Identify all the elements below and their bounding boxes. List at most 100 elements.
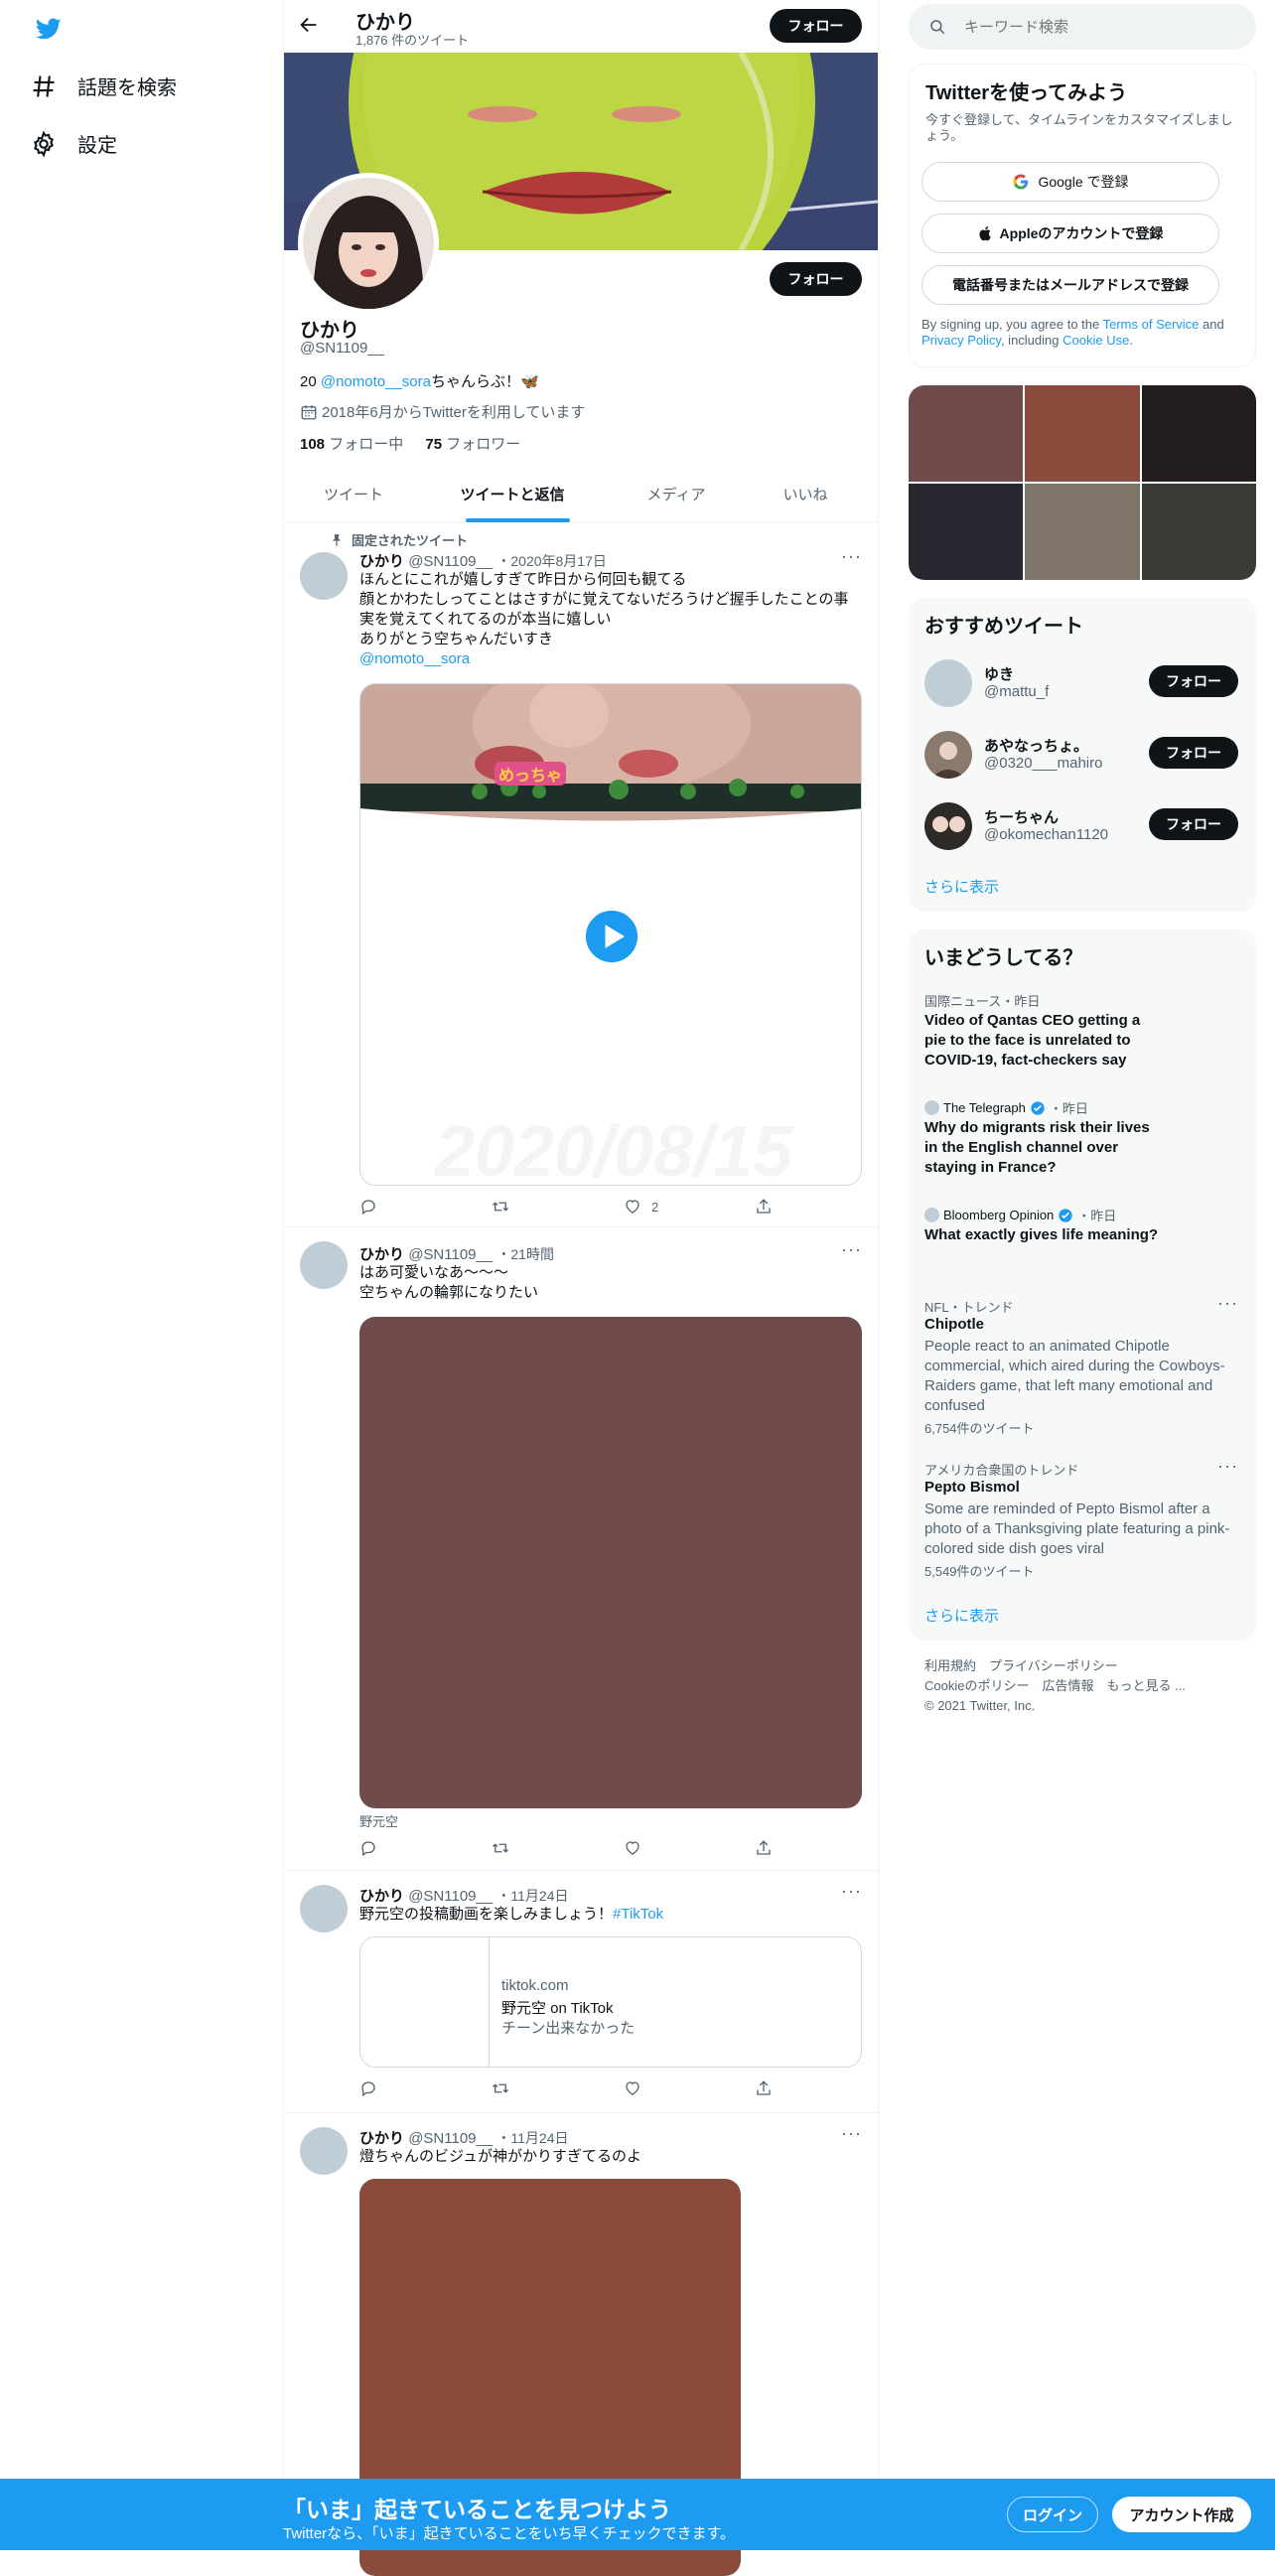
tweet-video[interactable]: めっちゃ 2020/08/15 <box>359 683 862 1186</box>
suggested-follow-button[interactable]: フォロー <box>1149 737 1238 769</box>
media-thumb[interactable] <box>1025 484 1140 580</box>
tweet-avatar[interactable] <box>300 2127 348 2175</box>
suggested-name: ゆき <box>984 666 1015 683</box>
back-arrow-icon[interactable] <box>298 14 324 40</box>
news-item[interactable]: The Telegraph ・昨日 Why do migrants risk t… <box>909 1092 1256 1192</box>
share-button[interactable] <box>755 1839 773 1857</box>
share-button[interactable] <box>755 1198 773 1216</box>
trend-item[interactable]: アメリカ合衆国のトレンド ··· Pepto Bismol Some are r… <box>909 1454 1256 1583</box>
profile-follow-button[interactable]: フォロー <box>770 262 862 296</box>
tweet-avatar[interactable] <box>300 552 348 600</box>
media-thumb[interactable] <box>909 385 1024 482</box>
tweet-author-name[interactable]: ひかり <box>359 553 404 570</box>
tweet-author-name[interactable]: ひかり <box>359 1888 404 1905</box>
following-link[interactable]: 108 フォロー中 <box>300 436 403 453</box>
suggested-handle: @okomechan1120 <box>984 826 1109 843</box>
nav-settings[interactable]: 設定 <box>30 129 117 158</box>
privacy-link[interactable]: Privacy Policy <box>921 333 1001 348</box>
suggested-user[interactable]: ちーちゃん @okomechan1120 フォロー <box>909 796 1256 856</box>
login-button[interactable]: ログイン <box>1007 2497 1098 2532</box>
retweet-button[interactable] <box>492 1839 509 1857</box>
followers-link[interactable]: 75 フォロワー <box>425 436 520 453</box>
signup-button[interactable]: アカウント作成 <box>1112 2497 1251 2532</box>
more-icon[interactable]: ··· <box>841 1239 862 1260</box>
suggested-user[interactable]: ゆき @mattu_f フォロー <box>909 653 1256 713</box>
bio-prefix: 20 <box>300 373 321 390</box>
tweet-mention-link[interactable]: @nomoto__sora <box>359 649 866 669</box>
search-box[interactable] <box>909 4 1256 50</box>
tweet-time[interactable]: ・11月24日 <box>496 2130 568 2146</box>
profile-avatar[interactable] <box>298 173 439 314</box>
apple-signup-button[interactable]: Appleのアカウントで登録 <box>921 214 1219 253</box>
news-source: The Telegraph <box>943 1100 1026 1115</box>
signup-subtitle: 今すぐ登録して、タイムラインをカスタマイズしましょう。 <box>925 112 1233 143</box>
reply-button[interactable] <box>359 2079 377 2097</box>
tab-tweets[interactable]: ツイート <box>284 465 423 522</box>
search-input[interactable] <box>962 17 1230 37</box>
tab-media[interactable]: メディア <box>612 465 741 522</box>
reply-button[interactable] <box>359 1198 377 1216</box>
profile-bio: 20 @nomoto__soraちゃんらぶ！🦋 <box>300 370 539 391</box>
tab-likes[interactable]: いいね <box>741 465 870 522</box>
tweet-author-name[interactable]: ひかり <box>359 2130 404 2147</box>
tweet-handle: @SN1109__ <box>408 553 494 570</box>
more-icon[interactable]: ··· <box>841 2123 862 2144</box>
trends-title: いまどうしてる？ <box>924 947 1083 969</box>
media-thumb[interactable] <box>909 484 1024 580</box>
nav-explore[interactable]: 話題を検索 <box>30 72 177 100</box>
suggested-user[interactable]: あやなっちょ。 @0320___mahiro フォロー <box>909 725 1256 785</box>
tweet-time[interactable]: ・21時間 <box>496 1246 554 1262</box>
trend-context: アメリカ合衆国のトレンド <box>924 1463 1079 1478</box>
phone-signup-button[interactable]: 電話番号またはメールアドレスで登録 <box>921 265 1219 305</box>
news-item[interactable]: 国際ニュース・昨日 Video of Qantas CEO getting a … <box>909 985 1256 1084</box>
tab-tweets-and-replies[interactable]: ツイートと返信 <box>428 465 597 522</box>
trends-show-more[interactable]: さらに表示 <box>924 1605 999 1626</box>
play-button-icon[interactable] <box>582 907 641 966</box>
tweet-image[interactable] <box>359 1317 862 1808</box>
trend-item[interactable]: NFL・トレンド ··· Chipotle People react to an… <box>909 1291 1256 1440</box>
link-card-thumbnail <box>360 1937 490 2067</box>
tweet-author-name[interactable]: ひかり <box>359 1246 404 1263</box>
more-icon[interactable]: ··· <box>841 546 862 567</box>
avatar <box>924 802 972 850</box>
tweet-avatar[interactable] <box>300 1885 348 1932</box>
tweet-avatar[interactable] <box>300 1241 348 1289</box>
media-thumb[interactable] <box>1141 484 1256 580</box>
footer-line[interactable]: 利用規約 プライバシーポリシー <box>924 1656 1186 1676</box>
header-tweet-count: 1,876 件のツイート <box>355 33 470 48</box>
more-icon[interactable]: ··· <box>1217 1293 1238 1314</box>
hashtag-link[interactable]: #TikTok <box>613 1906 663 1923</box>
suggested-follow-button[interactable]: フォロー <box>1149 665 1238 697</box>
tweet-time[interactable]: ・2020年8月17日 <box>496 553 607 569</box>
tweet-3[interactable]: ひかり @SN1109__ ・11月24日 ··· 野元空の投稿動画を楽しみまし… <box>284 1871 880 2113</box>
news-item[interactable]: Bloomberg Opinion ・昨日 What exactly gives… <box>909 1200 1256 1269</box>
nav-settings-label: 設定 <box>77 135 117 157</box>
link-card[interactable]: tiktok.com 野元空 on TikTok チーン出来なかった <box>359 1936 862 2068</box>
video-watermark: 2020/08/15 <box>434 1112 793 1186</box>
tweet-time[interactable]: ・11月24日 <box>496 1888 568 1904</box>
reply-button[interactable] <box>359 1839 377 1857</box>
footer-line[interactable]: Cookieのポリシー 広告情報 もっと見る ... <box>924 1676 1186 1696</box>
google-signup-button[interactable]: Google で登録 <box>921 162 1219 202</box>
media-thumb[interactable] <box>1141 385 1256 482</box>
retweet-button[interactable] <box>492 1198 509 1216</box>
pinned-label-text: 固定されたツイート <box>352 533 469 548</box>
suggested-follow-button[interactable]: フォロー <box>1149 808 1238 840</box>
like-button[interactable]: 2 <box>624 1198 658 1216</box>
suggested-show-more[interactable]: さらに表示 <box>924 876 999 897</box>
tweet-pinned[interactable]: 固定されたツイート ひかり @SN1109__ ・2020年8月17日 ··· … <box>284 522 880 1227</box>
cookie-link[interactable]: Cookie Use <box>1062 333 1129 348</box>
retweet-button[interactable] <box>492 2079 509 2097</box>
like-button[interactable] <box>624 2079 641 2097</box>
share-button[interactable] <box>755 2079 773 2097</box>
like-button[interactable] <box>624 1839 641 1857</box>
trend-desc: Some are reminded of Pepto Bismol after … <box>924 1501 1230 1557</box>
more-icon[interactable]: ··· <box>841 1881 862 1902</box>
more-icon[interactable]: ··· <box>1217 1456 1238 1477</box>
terms-link[interactable]: Terms of Service <box>1103 317 1200 332</box>
twitter-logo-icon[interactable] <box>34 16 64 42</box>
tweet-2[interactable]: ひかり @SN1109__ ・21時間 ··· はあ可愛いなあ〜〜〜 空ちゃんの… <box>284 1227 880 1871</box>
header-follow-button[interactable]: フォロー <box>770 9 862 43</box>
media-thumb[interactable] <box>1025 385 1140 482</box>
bio-mention-link[interactable]: @nomoto__sora <box>321 373 431 390</box>
